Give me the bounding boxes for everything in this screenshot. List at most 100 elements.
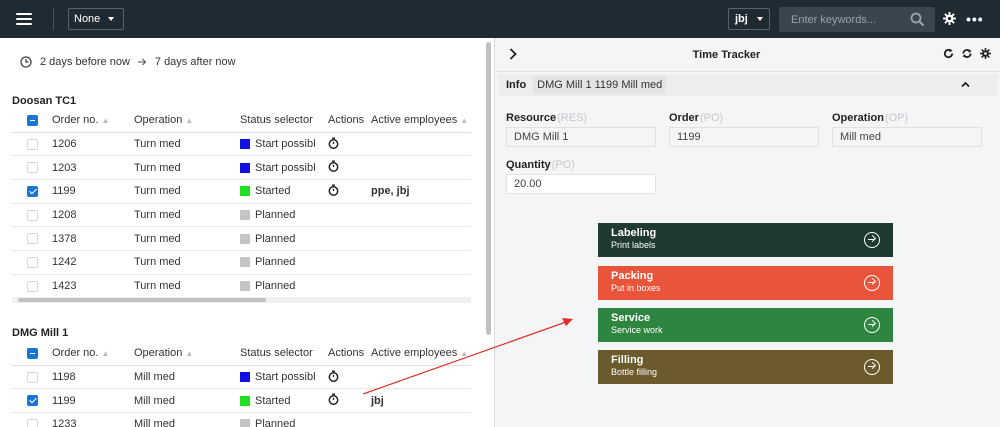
status-selector[interactable]: Start possibl [240, 138, 322, 150]
date-range[interactable]: 2 days before now 7 days after now [20, 56, 236, 68]
action-tile-service[interactable]: Service Service work [598, 308, 893, 342]
status-selector[interactable]: Planned [240, 209, 322, 221]
table-row[interactable]: 1199 Mill med Started jbj [12, 389, 471, 414]
filter-dropdown-value: None [74, 13, 101, 25]
chevron-up-icon[interactable] [961, 81, 970, 88]
row-checkbox[interactable] [26, 371, 38, 383]
status-selector[interactable]: Planned [240, 280, 322, 292]
action-tile-filling[interactable]: Filling Bottle filling [598, 350, 893, 384]
row-checkbox[interactable] [26, 209, 38, 221]
tile-title: Filling [611, 354, 644, 366]
filter-dropdown[interactable]: None [68, 8, 124, 30]
search-input[interactable] [791, 13, 901, 26]
status-selector[interactable]: Start possibl [240, 162, 322, 174]
cell-operation: Mill med [134, 371, 175, 384]
status-selector[interactable]: Planned [240, 233, 322, 245]
row-checkbox[interactable] [26, 138, 38, 150]
table-row[interactable]: 1233 Mill med Planned [12, 413, 471, 427]
stopwatch-icon[interactable] [328, 160, 339, 175]
cell-operation: Turn med [134, 138, 181, 151]
arrow-circle-right-icon[interactable] [864, 232, 880, 248]
search-icon[interactable] [910, 12, 925, 27]
cell-order: 1233 [52, 418, 77, 427]
stopwatch-icon[interactable] [328, 137, 339, 152]
table-row[interactable]: 1199 Turn med Started ppe, jbj [12, 180, 471, 204]
column-header-operation[interactable]: Operation ▲ [134, 347, 240, 359]
tile-subtitle: Service work [611, 325, 663, 335]
status-color-swatch [240, 210, 250, 221]
column-header-status[interactable]: Status selector [240, 114, 322, 126]
column-header-order[interactable]: Order no. ▲ [52, 114, 134, 126]
row-checkbox[interactable] [26, 185, 38, 197]
row-checkbox[interactable] [26, 395, 38, 407]
status-color-swatch [240, 162, 250, 173]
stopwatch-icon[interactable] [328, 393, 339, 408]
hamburger-menu-icon[interactable] [16, 13, 32, 25]
refresh-icon[interactable] [943, 48, 954, 59]
more-options-icon[interactable]: ••• [966, 11, 984, 27]
select-all-checkbox[interactable] [26, 347, 38, 359]
stopwatch-icon[interactable] [328, 370, 339, 385]
arrow-circle-right-icon[interactable] [864, 359, 880, 375]
action-tile-packing[interactable]: Packing Put in boxes [598, 266, 893, 300]
table-row[interactable]: 1198 Mill med Start possibl [12, 366, 471, 390]
info-label: Info [506, 79, 527, 91]
column-header-order[interactable]: Order no. ▲ [52, 347, 134, 359]
order-value: 1199 [669, 127, 819, 147]
quantity-input[interactable]: 20.00 [506, 174, 656, 194]
row-checkbox[interactable] [26, 418, 38, 427]
row-checkbox[interactable] [26, 233, 38, 245]
column-header-operation[interactable]: Operation ▲ [134, 114, 240, 126]
info-value: DMG Mill 1 1199 Mill med [533, 76, 667, 94]
group-title: Doosan TC1 [12, 95, 77, 107]
table-row[interactable]: 1208 Turn med Planned [12, 204, 471, 228]
info-section-header[interactable]: Info DMG Mill 1 1199 Mill med [498, 74, 998, 96]
stopwatch-icon[interactable] [328, 184, 339, 199]
row-checkbox[interactable] [26, 280, 38, 292]
select-all-checkbox[interactable] [26, 114, 38, 126]
status-selector[interactable]: Start possibl [240, 371, 322, 383]
user-dropdown[interactable]: jbj [728, 8, 770, 30]
row-checkbox[interactable] [26, 256, 38, 268]
sort-icon: ▲ [101, 349, 110, 359]
column-header-actions[interactable]: Actions [322, 114, 371, 126]
table-row[interactable]: 1378 Turn med Planned [12, 227, 471, 252]
status-selector[interactable]: Planned [240, 418, 322, 427]
resource-field: Resource(RES) DMG Mill 1 [506, 112, 656, 147]
cell-operation: Turn med [134, 209, 181, 222]
column-header-actions[interactable]: Actions [322, 347, 371, 359]
status-label: Start possibl [255, 371, 316, 384]
horizontal-scrollbar[interactable] [12, 297, 471, 303]
arrow-circle-right-icon[interactable] [864, 317, 880, 333]
user-dropdown-value: jbj [735, 13, 748, 25]
table-row[interactable]: 1203 Turn med Start possibl [12, 156, 471, 181]
tile-subtitle: Print labels [611, 240, 656, 250]
sync-icon[interactable] [961, 48, 973, 59]
status-selector[interactable]: Started [240, 185, 322, 197]
gear-icon[interactable] [980, 48, 991, 59]
status-selector[interactable]: Planned [240, 256, 322, 268]
status-selector[interactable]: Started [240, 395, 322, 407]
group-title: DMG Mill 1 [12, 327, 69, 339]
table-row[interactable]: 1206 Turn med Start possibl [12, 133, 471, 157]
resource-label: Resource [506, 112, 557, 124]
clock-icon [20, 56, 32, 68]
column-header-status[interactable]: Status selector [240, 347, 322, 359]
status-label: Start possibl [255, 138, 316, 151]
column-header-employees[interactable]: Active employees ▲ [371, 347, 471, 359]
panel-title: Time Tracker [692, 49, 761, 61]
tile-subtitle: Bottle filling [611, 367, 658, 377]
vertical-scrollbar[interactable] [486, 38, 492, 427]
gear-icon[interactable] [943, 12, 956, 25]
arrow-right-icon [137, 58, 147, 66]
status-label: Planned [255, 209, 296, 222]
table-row[interactable]: 1423 Turn med Planned [12, 275, 471, 299]
cell-operation: Turn med [134, 256, 181, 269]
row-checkbox[interactable] [26, 162, 38, 174]
arrow-circle-right-icon[interactable] [864, 275, 880, 291]
quantity-code: (PO) [551, 159, 575, 171]
action-tile-labeling[interactable]: Labeling Print labels [598, 223, 893, 257]
column-header-employees[interactable]: Active employees ▲ [371, 114, 471, 126]
table-row[interactable]: 1242 Turn med Planned [12, 251, 471, 275]
search-box [779, 7, 935, 32]
